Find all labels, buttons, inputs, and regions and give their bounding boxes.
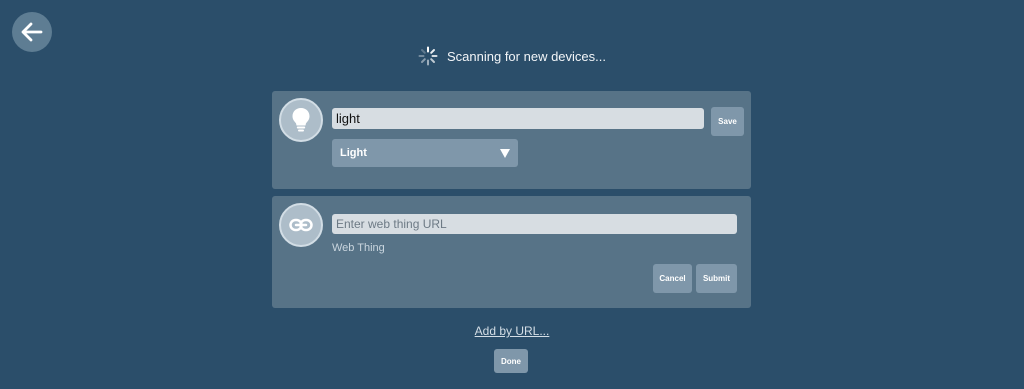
device-type-value: Light xyxy=(340,147,367,159)
arrow-left-icon xyxy=(21,22,43,42)
scan-status: Scanning for new devices... xyxy=(0,46,1024,66)
url-card: Web Thing Cancel Submit xyxy=(272,196,751,308)
spinner-icon xyxy=(418,46,438,66)
device-card: Save Light xyxy=(272,91,751,189)
url-icon-circle xyxy=(279,203,323,247)
lightbulb-icon xyxy=(292,108,310,132)
device-icon-circle xyxy=(279,98,323,142)
done-button[interactable]: Done xyxy=(494,349,528,373)
web-thing-label: Web Thing xyxy=(332,242,385,254)
scan-status-text: Scanning for new devices... xyxy=(447,48,606,64)
submit-button[interactable]: Submit xyxy=(696,264,737,293)
cancel-button[interactable]: Cancel xyxy=(653,264,692,293)
url-input[interactable] xyxy=(332,214,737,234)
add-by-url-link[interactable]: Add by URL... xyxy=(0,324,1024,338)
chevron-down-icon xyxy=(500,148,510,158)
link-icon xyxy=(289,218,313,232)
device-name-input[interactable] xyxy=(332,108,704,129)
save-button[interactable]: Save xyxy=(711,107,744,136)
device-type-select[interactable]: Light xyxy=(332,139,518,167)
